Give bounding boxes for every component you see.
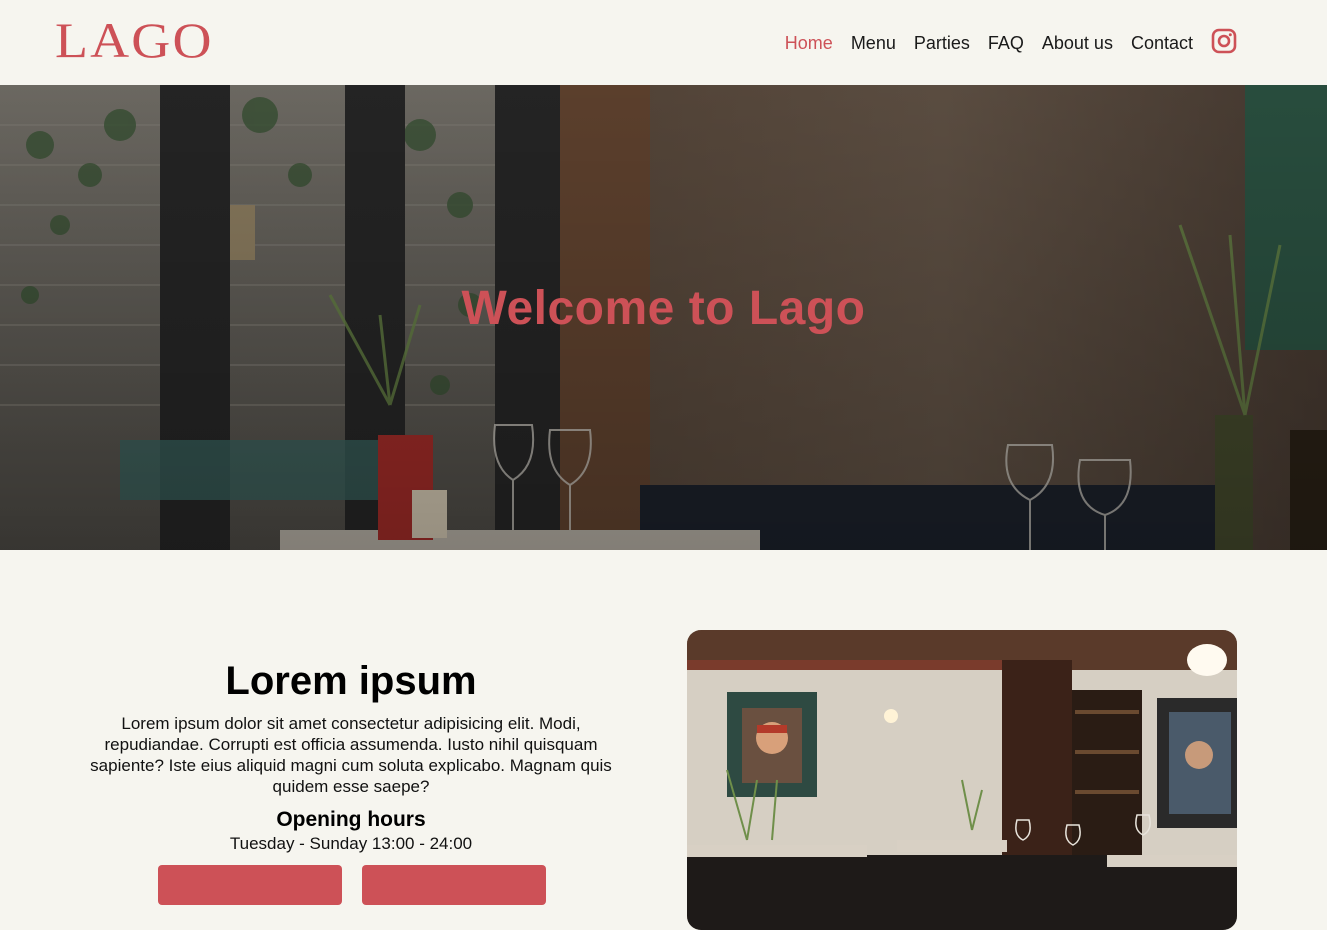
intro-body: Lorem ipsum dolor sit amet consectetur a…: [90, 714, 612, 796]
nav-home[interactable]: Home: [785, 28, 833, 58]
main-nav: Home Menu Parties FAQ About us Contact: [767, 28, 1237, 58]
nav-parties[interactable]: Parties: [914, 28, 970, 58]
restaurant-interior-image: [687, 630, 1237, 930]
opening-hours-title: Opening hours: [276, 808, 426, 831]
nav-contact[interactable]: Contact: [1131, 28, 1193, 58]
opening-hours-text: Tuesday - Sunday 13:00 - 24:00: [229, 834, 473, 853]
nav-about-us[interactable]: About us: [1042, 28, 1113, 58]
intro-buttons: [158, 865, 566, 905]
intro-section: Lorem ipsum Lorem ipsum dolor sit amet c…: [85, 655, 617, 855]
intro-heading: Lorem ipsum: [225, 659, 477, 703]
hero-banner: Welcome to Lago: [0, 85, 1327, 550]
primary-button[interactable]: [158, 865, 342, 905]
nav-faq[interactable]: FAQ: [988, 28, 1024, 58]
site-header: LAGO Home Menu Parties FAQ About us Cont…: [0, 0, 1327, 85]
logo[interactable]: LAGO: [55, 10, 214, 70]
secondary-button[interactable]: [362, 865, 546, 905]
hero-title: Welcome to Lago: [461, 282, 866, 335]
instagram-icon[interactable]: [1211, 28, 1237, 54]
nav-menu[interactable]: Menu: [851, 28, 896, 58]
